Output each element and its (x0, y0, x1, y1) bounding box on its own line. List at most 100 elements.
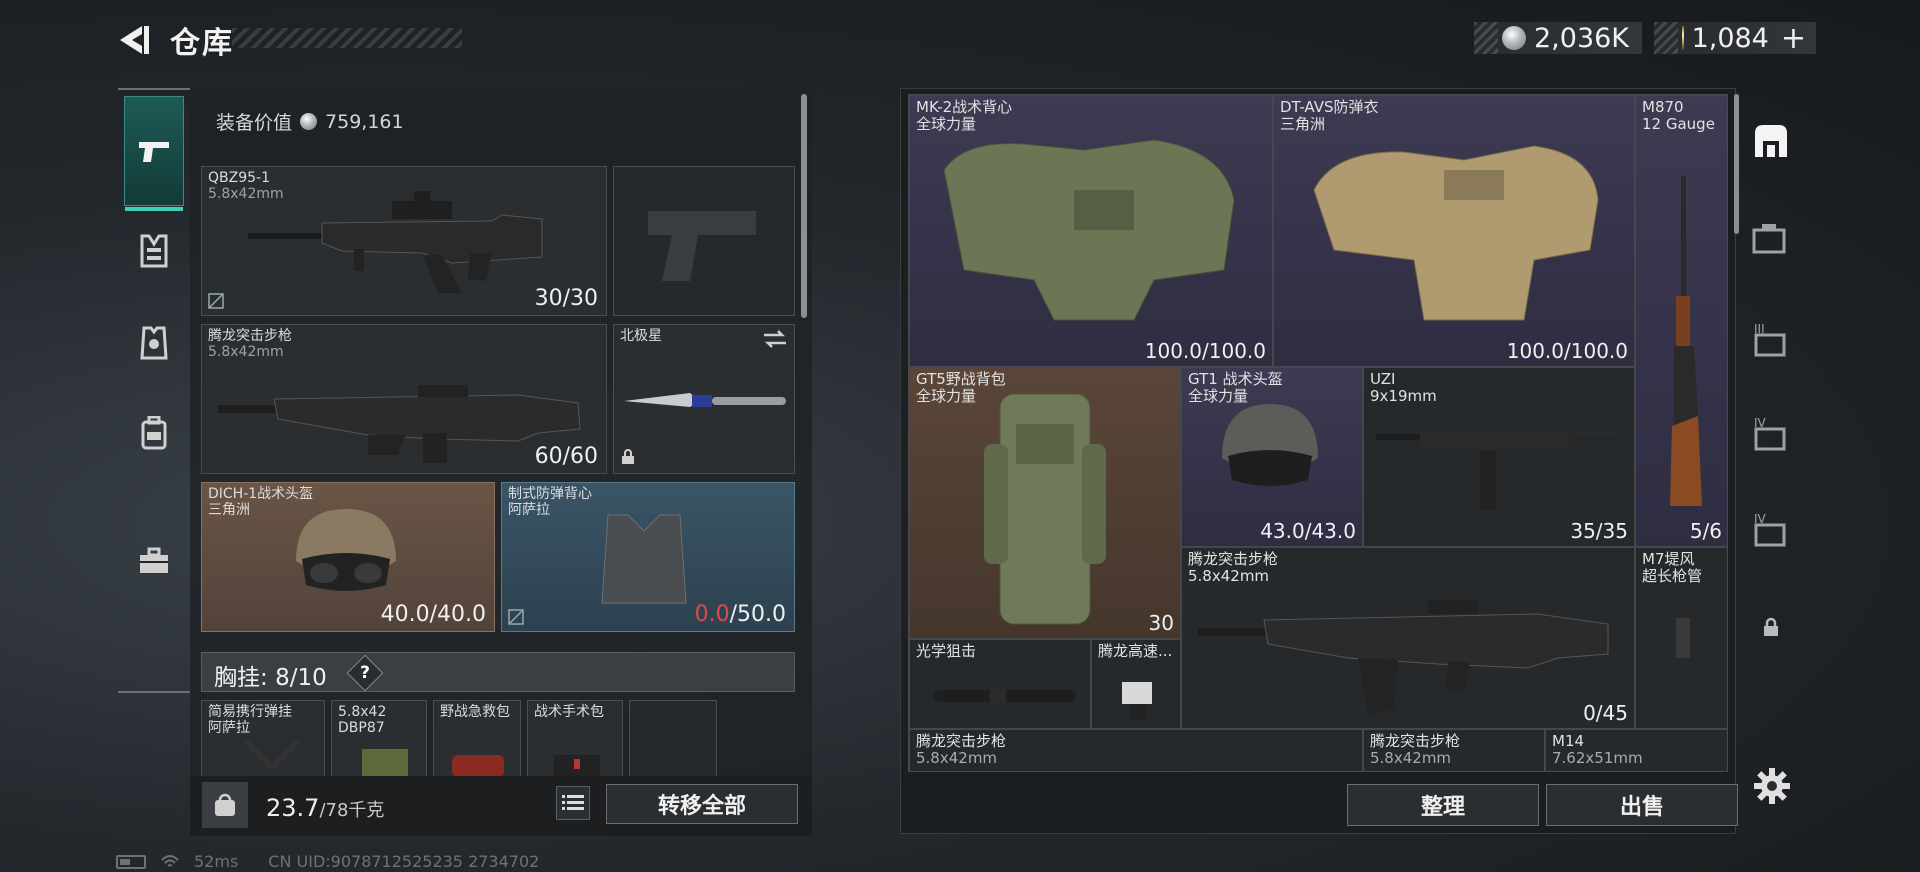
stash-item-uzi[interactable]: UZI 9x19mm 35/35 (1363, 367, 1635, 547)
item-maker: 7.62x51mm (1552, 749, 1643, 767)
filter-tab-case-3[interactable]: III (1748, 316, 1794, 362)
item-maker: 9x19mm (1370, 387, 1437, 405)
item-name: M7堤风 (1642, 550, 1695, 568)
no-insurance-icon (208, 293, 224, 309)
standard-vest-icon (601, 514, 687, 604)
stash-item-m14[interactable]: M14 7.62x51mm (1545, 729, 1727, 771)
item-name: 腾龙突击步枪 (1188, 550, 1279, 568)
item-maker: DBP87 (338, 720, 385, 736)
stash-scrollbar[interactable] (1734, 94, 1739, 234)
stash-item-m870[interactable]: M870 12 Gauge 5/6 (1635, 95, 1727, 547)
filter-tab-case-4a[interactable]: IV (1748, 410, 1794, 456)
transfer-all-button[interactable]: 转移全部 (606, 784, 798, 824)
sidearm-slot-empty[interactable] (613, 166, 795, 316)
qbz95-weapon-icon (248, 191, 543, 293)
stash-item-dtavs-armor[interactable]: DT-AVS防弹衣 三角洲 100.0/100.0 (1273, 95, 1635, 367)
item-name: UZI (1370, 370, 1396, 388)
armor-icon (140, 326, 168, 360)
gold-currency: 1,084 + (1654, 21, 1816, 56)
sniper-scope-icon (934, 682, 1076, 710)
tab-items[interactable] (124, 506, 184, 616)
stash-item-gt5-backpack[interactable]: GT5野战背包 全球力量 30 (909, 367, 1181, 639)
category-tabs (118, 88, 190, 693)
helmet-slot[interactable]: DICH-1战术头盔 三角洲 40.0/40.0 (201, 482, 495, 632)
equipment-value-amount: 759,161 (325, 110, 404, 133)
loadout-scrollbar[interactable] (801, 94, 807, 318)
item-name: 制式防弹背心 (508, 486, 592, 502)
ammo-count: 0/45 (1583, 701, 1628, 725)
carry-weight: 23.7/78千克 (266, 794, 384, 822)
item-name: M870 (1642, 98, 1684, 116)
rig-item-surgery-kit[interactable]: 战术手术包 (527, 700, 623, 776)
item-maker: 三角洲 (208, 502, 250, 518)
stash-box-icon (1755, 125, 1787, 157)
item-name: 腾龙突击步枪 (208, 328, 292, 344)
settings-icon[interactable] (1752, 766, 1792, 806)
container-tier3-icon: III (1754, 322, 1786, 357)
item-maker: 全球力量 (916, 387, 977, 405)
sell-button[interactable]: 出售 (1546, 784, 1738, 826)
ammo-count: 60/60 (534, 444, 598, 469)
add-currency-button[interactable]: + (1781, 21, 1806, 56)
secondary-weapon-slot[interactable]: 腾龙突击步枪 5.8x42mm 60/60 (201, 324, 607, 474)
rig-item-ammo-carrier[interactable]: 简易携行弹挂 阿萨拉 (201, 700, 325, 776)
ammo-count: 30/30 (534, 286, 598, 311)
stash-item-mk2-vest[interactable]: MK-2战术背心 全球力量 100.0/100.0 (909, 95, 1273, 367)
durability: 100.0/100.0 (1144, 339, 1266, 363)
stash-item-tenglong-rifle[interactable]: 腾龙突击步枪 5.8x42mm 0/45 (1181, 547, 1635, 729)
lock-icon (622, 449, 634, 464)
no-insurance-icon (508, 609, 524, 625)
pistol-icon (139, 142, 169, 162)
item-name: M14 (1552, 732, 1585, 750)
gt1-helmet-icon (1222, 404, 1318, 486)
capacity: 30 (1148, 611, 1174, 635)
stash-item-m7-barrel[interactable]: M7堤风 超长枪管 (1635, 547, 1727, 729)
filter-tab-locked[interactable] (1748, 604, 1794, 650)
primary-weapon-slot[interactable]: QBZ95-1 5.8x42mm 30/30 (201, 166, 607, 316)
stash-item-tenglong-highspeed[interactable]: 腾龙高速... (1091, 639, 1181, 729)
ammo-count: 35/35 (1570, 519, 1628, 543)
armor-slot[interactable]: 制式防弹背心 阿萨拉 0.0/50.0 (501, 482, 795, 632)
durability-max: /50.0 (729, 602, 786, 627)
gold-amount: 1,084 (1691, 22, 1769, 54)
swap-icon[interactable] (762, 329, 788, 349)
silver-amount: 2,036K (1534, 22, 1630, 54)
filter-tab-case-4b[interactable]: IV (1748, 506, 1794, 552)
back-arrow-icon[interactable] (112, 20, 152, 60)
surgery-kit-icon (554, 755, 600, 776)
durability: 0.0/50.0 (695, 602, 786, 627)
uzi-smg-icon (1376, 426, 1620, 510)
rig-item-first-aid[interactable]: 野战急救包 (433, 700, 521, 776)
chest-rig-capacity: 8/10 (275, 665, 327, 691)
container-icon (1752, 224, 1786, 254)
item-name: 腾龙高速... (1098, 642, 1173, 660)
stash-item-tenglong-rifle-3[interactable]: 腾龙突击步枪 5.8x42mm (1363, 729, 1545, 771)
stash-item-gt1-helmet[interactable]: GT1 战术头盔 全球力量 43.0/43.0 (1181, 367, 1363, 547)
filter-tab-case-1[interactable] (1748, 216, 1794, 262)
dtavs-armor-icon (1313, 145, 1599, 321)
tab-weapons[interactable] (124, 96, 184, 211)
mk2-vest-icon (943, 139, 1235, 321)
rig-item-empty[interactable] (629, 700, 717, 776)
rig-item-ammo-box[interactable]: 5.8x42 DBP87 (331, 700, 427, 776)
ping-value: 52ms (194, 852, 239, 871)
melee-slot[interactable]: 北极星 (613, 324, 795, 474)
status-bar: 52ms CN UID:9078712525235 2734702 (116, 852, 539, 871)
item-name: 北极星 (620, 328, 662, 344)
ammo-box-icon (362, 749, 408, 776)
tab-backpacks[interactable] (124, 378, 184, 488)
item-name: MK-2战术背心 (916, 98, 1013, 116)
filter-tab-all[interactable] (1748, 118, 1794, 164)
dich-helmet-icon (296, 509, 396, 591)
polaris-knife-icon (624, 393, 786, 407)
list-view-button[interactable] (556, 786, 590, 820)
uid-value: CN UID:9078712525235 2734702 (268, 852, 540, 871)
silver-currency: 2,036K (1474, 22, 1642, 54)
item-name: 光学狙击 (916, 642, 977, 660)
stash-item-optical-scope[interactable]: 光学狙击 (909, 639, 1091, 729)
chest-rig-title: 胸挂: (214, 665, 268, 691)
stash-item-tenglong-rifle-2[interactable]: 腾龙突击步枪 5.8x42mm (909, 729, 1363, 771)
lock-icon (1764, 617, 1778, 636)
help-icon[interactable]: ? (352, 660, 378, 686)
arrange-button[interactable]: 整理 (1347, 784, 1539, 826)
